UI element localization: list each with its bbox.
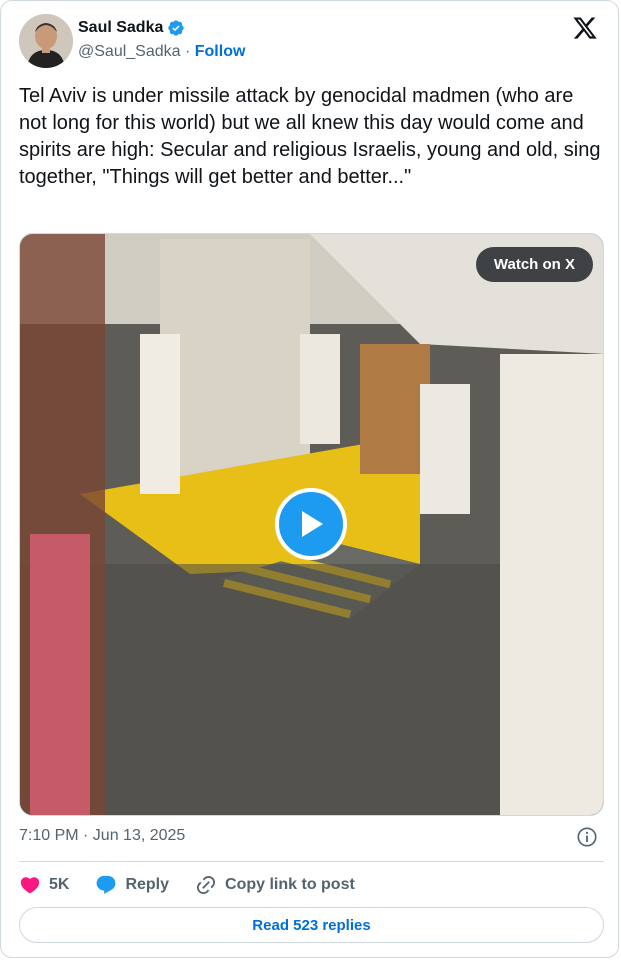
divider [19, 861, 604, 862]
avatar[interactable] [19, 14, 73, 68]
video-media[interactable]: Watch on X [19, 233, 604, 816]
like-button[interactable]: 5K [19, 874, 69, 896]
heart-icon [20, 877, 40, 894]
tweet-embed-card: Saul Sadka @Saul_Sadka · Follow Tel Aviv… [0, 0, 619, 958]
info-icon[interactable] [576, 826, 598, 848]
x-logo-icon[interactable] [572, 15, 598, 41]
copy-link-label: Copy link to post [225, 876, 355, 893]
verified-badge-icon [168, 20, 185, 36]
link-icon [197, 875, 216, 895]
avatar-image [19, 14, 73, 68]
read-replies-button[interactable]: Read 523 replies [19, 907, 604, 943]
author-name-row[interactable]: Saul Sadka [78, 19, 185, 37]
play-button[interactable] [275, 488, 347, 560]
action-bar: 5K Reply Copy link to post [19, 871, 381, 899]
author-handle[interactable]: @Saul_Sadka [78, 43, 181, 60]
author-handle-row: @Saul_Sadka · Follow [78, 43, 245, 61]
tweet-text: Tel Aviv is under missile attack by geno… [19, 85, 601, 188]
like-count: 5K [49, 876, 70, 893]
handle-separator: · [180, 43, 195, 60]
follow-link[interactable]: Follow [195, 43, 246, 60]
reply-bubble-icon [97, 875, 116, 894]
play-icon [302, 511, 323, 537]
reply-button[interactable]: Reply [95, 874, 169, 896]
reply-label: Reply [125, 876, 170, 893]
author-name[interactable]: Saul Sadka [78, 19, 163, 37]
copy-link-button[interactable]: Copy link to post [195, 874, 355, 896]
watch-on-x-button[interactable]: Watch on X [475, 247, 593, 282]
tweet-timestamp[interactable]: 7:10 PM · Jun 13, 2025 [19, 827, 185, 845]
